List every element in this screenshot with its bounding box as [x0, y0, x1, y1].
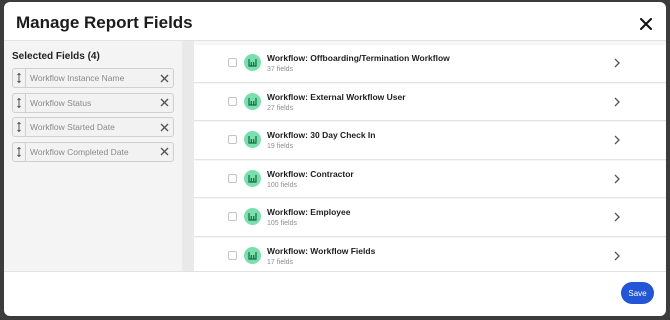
close-icon — [160, 74, 168, 82]
drag-handle[interactable] — [13, 142, 26, 161]
chevron-right-icon — [612, 96, 622, 108]
drag-handle-icon — [17, 73, 21, 83]
chevron-right-icon — [612, 211, 622, 223]
workflow-icon — [244, 54, 261, 71]
remove-field-button[interactable] — [158, 72, 170, 84]
drag-handle[interactable] — [13, 69, 26, 87]
field-groups-panel[interactable]: Workflow: Offboarding/Termination Workfl… — [194, 41, 666, 271]
selected-field-item: Workflow Started Date — [12, 117, 174, 137]
workflow-glyph — [248, 59, 257, 67]
field-group-count: 37 fields — [267, 66, 294, 73]
group-checkbox[interactable] — [228, 173, 237, 183]
field-group-count: 17 fields — [267, 258, 294, 266]
workflow-icon — [244, 169, 261, 187]
manage-report-fields-modal: Manage Report Fields Selected Fields (4)… — [4, 2, 666, 316]
field-group-name: Workflow: Offboarding/Termination Workfl… — [267, 53, 450, 63]
modal-title: Manage Report Fields — [16, 13, 193, 32]
remove-field-button[interactable] — [158, 146, 170, 158]
close-icon — [160, 123, 168, 131]
field-group-row[interactable]: Workflow: Employee 105 fields — [194, 199, 666, 237]
drag-handle-icon — [17, 122, 21, 132]
workflow-glyph — [248, 213, 257, 221]
selected-fields-panel: Selected Fields (4) Workflow Instance Na… — [4, 41, 182, 271]
close-icon — [160, 147, 168, 156]
field-group-name: Workflow: External Workflow User — [267, 91, 406, 102]
workflow-icon — [244, 208, 261, 225]
selected-field-item: Workflow Completed Date — [12, 141, 174, 162]
selected-fields-heading: Selected Fields (4) — [12, 51, 100, 62]
field-groups-list: Workflow: Offboarding/Termination Workfl… — [194, 45, 666, 271]
workflow-icon — [244, 131, 261, 148]
close-button[interactable] — [636, 14, 656, 34]
chevron-right-icon — [612, 57, 622, 69]
field-group-row[interactable]: Workflow: Workflow Fields 17 fields — [194, 237, 666, 271]
workflow-icon — [244, 92, 261, 110]
drag-handle[interactable] — [13, 93, 26, 112]
chevron-right-icon — [612, 134, 622, 146]
field-group-name: Workflow: Contractor — [267, 168, 354, 179]
close-icon — [640, 18, 652, 30]
selected-field-label: Workflow Status — [30, 97, 92, 108]
save-button[interactable]: Save — [621, 282, 654, 304]
drag-handle-icon — [17, 97, 21, 108]
workflow-glyph — [248, 174, 257, 183]
field-group-name: Workflow: Workflow Fields — [267, 245, 376, 256]
field-group-name: Workflow: Employee — [267, 207, 351, 217]
workflow-glyph — [248, 251, 257, 260]
field-group-count: 105 fields — [267, 220, 297, 227]
remove-field-button[interactable] — [158, 121, 170, 133]
selected-field-label: Workflow Instance Name — [30, 73, 125, 83]
panel-divider — [182, 41, 194, 271]
selected-field-item: Workflow Status — [12, 92, 174, 113]
selected-field-label: Workflow Started Date — [30, 122, 115, 132]
field-group-row[interactable]: Workflow: Offboarding/Termination Workfl… — [194, 45, 666, 83]
drag-handle[interactable] — [13, 118, 26, 136]
selected-field-item: Workflow Instance Name — [12, 68, 174, 88]
group-checkbox[interactable] — [228, 250, 237, 260]
group-checkbox[interactable] — [228, 212, 237, 221]
field-group-count: 100 fields — [267, 181, 297, 189]
selected-field-label: Workflow Completed Date — [30, 146, 129, 157]
drag-handle-icon — [17, 146, 21, 157]
selected-fields-list: Workflow Instance Name Workflow Status W… — [12, 68, 174, 166]
workflow-glyph — [248, 97, 257, 106]
workflow-glyph — [248, 136, 257, 144]
workflow-icon — [244, 246, 261, 264]
chevron-right-icon — [612, 173, 622, 185]
field-group-name: Workflow: 30 Day Check In — [267, 130, 376, 140]
field-group-count: 19 fields — [267, 143, 294, 150]
group-checkbox[interactable] — [228, 96, 237, 106]
field-group-row[interactable]: Workflow: Contractor 100 fields — [194, 160, 666, 198]
remove-field-button[interactable] — [158, 97, 170, 109]
group-checkbox[interactable] — [228, 58, 237, 67]
footer-divider — [4, 271, 666, 272]
chevron-right-icon — [612, 250, 622, 262]
field-group-row[interactable]: Workflow: 30 Day Check In 19 fields — [194, 122, 666, 160]
close-icon — [160, 98, 168, 107]
group-checkbox[interactable] — [228, 135, 237, 144]
field-group-count: 27 fields — [267, 104, 294, 112]
field-group-row[interactable]: Workflow: External Workflow User 27 fiel… — [194, 83, 666, 121]
